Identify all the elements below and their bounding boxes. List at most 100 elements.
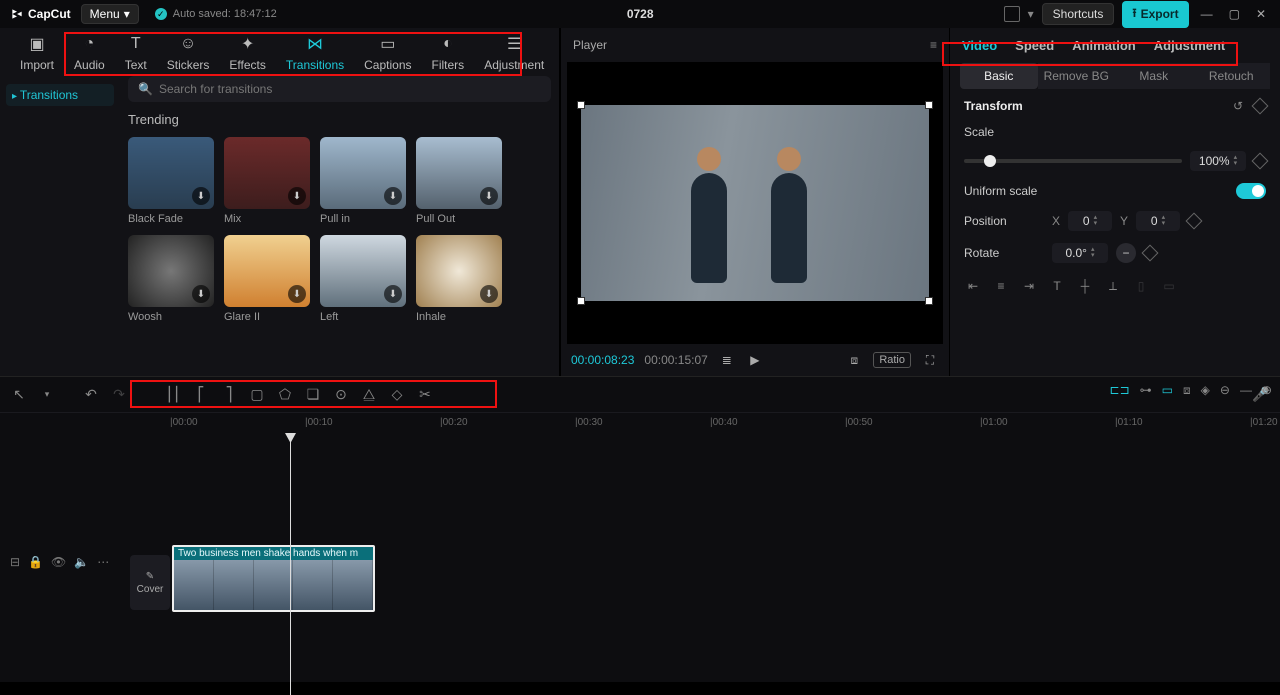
split-tool[interactable]: ⎮⎮	[164, 386, 182, 403]
ratio-button[interactable]: Ratio	[873, 352, 911, 368]
mask-tool[interactable]: ⬠	[276, 386, 294, 403]
lock-icon[interactable]: 🔒	[28, 555, 43, 569]
playhead[interactable]	[290, 435, 291, 695]
minimize-button[interactable]: —	[1197, 7, 1217, 21]
spin-icon[interactable]: ▴▾	[1091, 247, 1095, 259]
chevron-down-icon[interactable]: ▾	[38, 389, 56, 400]
tab-filters[interactable]: ◐Filters	[422, 34, 475, 72]
transition-item[interactable]: Pull in	[320, 137, 406, 225]
mute-icon[interactable]: 🔈	[74, 555, 89, 569]
chevron-down-icon[interactable]: ▾	[1028, 7, 1034, 21]
speed-tool[interactable]: ⊙	[332, 386, 350, 403]
export-button[interactable]: ⭱ Export	[1122, 1, 1188, 28]
subtab-removebg[interactable]: Remove BG	[1038, 63, 1116, 89]
transition-item[interactable]: Woosh	[128, 235, 214, 323]
player-menu-icon[interactable]: ≡	[930, 38, 937, 52]
snapshot-icon[interactable]: ⧈	[845, 353, 863, 368]
undo-button[interactable]: ↶	[82, 386, 100, 403]
position-x[interactable]: 0▴▾	[1068, 211, 1112, 231]
scale-value[interactable]: 100%▴▾	[1190, 151, 1246, 171]
transition-item[interactable]: Pull Out	[416, 137, 502, 225]
subtab-mask[interactable]: Mask	[1115, 63, 1193, 89]
track-icon[interactable]: ⧈	[1183, 383, 1191, 398]
transition-item[interactable]: Left	[320, 235, 406, 323]
tab-audio[interactable]: ◔Audio	[64, 34, 115, 72]
scale-slider[interactable]	[964, 159, 1182, 163]
shortcuts-button[interactable]: Shortcuts	[1042, 3, 1115, 25]
zoom-slider[interactable]: —	[1240, 383, 1252, 398]
timeline-clip[interactable]: Two business men shake hands when m	[172, 545, 375, 612]
marker-icon[interactable]: ◈	[1201, 383, 1210, 398]
resize-handle[interactable]	[925, 101, 933, 109]
spin-icon[interactable]: ▴▾	[1234, 155, 1238, 167]
resize-handle[interactable]	[925, 297, 933, 305]
resize-handle[interactable]	[577, 297, 585, 305]
keyframe-icon[interactable]	[1186, 213, 1203, 230]
tab-transitions[interactable]: ⋈Transitions	[276, 34, 354, 72]
keyframe-icon[interactable]	[1142, 245, 1159, 262]
subtab-basic[interactable]: Basic	[960, 63, 1038, 89]
spin-icon[interactable]: ▴▾	[1094, 215, 1098, 227]
player-canvas[interactable]	[567, 62, 943, 344]
redo-button[interactable]: ↷	[110, 386, 128, 403]
transition-item[interactable]: Glare II	[224, 235, 310, 323]
play-button[interactable]: ▶	[746, 353, 764, 367]
tab-effects[interactable]: ✦Effects	[219, 34, 275, 72]
crop-tool[interactable]: ▢	[248, 386, 266, 403]
pointer-tool[interactable]: ↖	[10, 386, 28, 403]
tab-text[interactable]: TText	[115, 34, 157, 72]
slider-knob[interactable]	[984, 155, 996, 167]
search-input[interactable]: 🔍 Search for transitions	[128, 76, 551, 102]
mirror-tool[interactable]: ⧋	[360, 386, 378, 403]
close-button[interactable]: ✕	[1252, 7, 1270, 21]
trim-left-tool[interactable]: ⎡	[192, 386, 210, 403]
resize-handle[interactable]	[577, 101, 585, 109]
preview-icon[interactable]: ▭	[1162, 383, 1173, 398]
transition-item[interactable]: Black Fade	[128, 137, 214, 225]
subtab-retouch[interactable]: Retouch	[1193, 63, 1271, 89]
tab-adjustment[interactable]: ☰Adjustment	[474, 34, 554, 72]
transition-item[interactable]: Mix	[224, 137, 310, 225]
magnet-icon[interactable]: ⊏⊐	[1110, 383, 1130, 398]
zoom-in-icon[interactable]: ⊕	[1262, 383, 1272, 398]
trim-right-tool[interactable]: ⎤	[220, 386, 238, 403]
reset-icon[interactable]: ↺	[1230, 99, 1246, 113]
distribute-v-icon[interactable]: ▭	[1160, 279, 1178, 294]
rotate-value[interactable]: 0.0°▴▾	[1052, 243, 1108, 263]
tab-speed[interactable]: Speed	[1015, 38, 1054, 53]
link-icon[interactable]: ⊶	[1140, 383, 1152, 398]
distribute-h-icon[interactable]: ▯	[1132, 279, 1150, 294]
spin-icon[interactable]: ▴▾	[1162, 215, 1166, 227]
track-collapse-icon[interactable]: ⊟	[10, 555, 20, 569]
tab-stickers[interactable]: ☺Stickers	[157, 34, 220, 72]
tab-adjustment-right[interactable]: Adjustment	[1154, 38, 1226, 53]
more-icon[interactable]: ⋯	[97, 555, 109, 569]
position-y[interactable]: 0▴▾	[1136, 211, 1180, 231]
timeline-ruler[interactable]: |00:00 |00:10 |00:20 |00:30 |00:40 |00:5…	[0, 413, 1280, 435]
keyframe-icon[interactable]	[1252, 153, 1269, 170]
tab-captions[interactable]: ▭Captions	[354, 34, 421, 72]
import-button[interactable]: ▣Import	[10, 34, 64, 72]
transition-item[interactable]: Inhale	[416, 235, 502, 323]
tab-animation[interactable]: Animation	[1072, 38, 1136, 53]
align-left-icon[interactable]: ⇤	[964, 279, 982, 294]
layout-icon[interactable]	[1004, 6, 1020, 22]
menu-button[interactable]: Menu ▾	[81, 4, 139, 24]
cover-button[interactable]: ✎ Cover	[130, 555, 170, 610]
align-center-h-icon[interactable]: ≡	[992, 279, 1010, 294]
align-center-v-icon[interactable]: ┼	[1076, 279, 1094, 294]
crop-tool-2[interactable]: ✂	[416, 386, 434, 403]
rotate-minus[interactable]: −	[1116, 243, 1136, 263]
zoom-out-icon[interactable]: ⊖	[1220, 383, 1230, 398]
align-bottom-icon[interactable]: ⟂	[1104, 279, 1122, 294]
uniform-toggle[interactable]	[1236, 183, 1266, 199]
list-icon[interactable]: ≣	[718, 353, 736, 367]
align-right-icon[interactable]: ⇥	[1020, 279, 1038, 294]
rotate-tool[interactable]: ◇	[388, 386, 406, 403]
keyframe-icon[interactable]	[1252, 98, 1269, 115]
fullscreen-icon[interactable]: ⛶	[921, 353, 939, 368]
tab-video[interactable]: Video	[962, 38, 997, 53]
sidebar-item-transitions[interactable]: Transitions	[6, 84, 114, 106]
eye-icon[interactable]: 👁	[51, 555, 66, 569]
maximize-button[interactable]: ▢	[1225, 7, 1244, 21]
